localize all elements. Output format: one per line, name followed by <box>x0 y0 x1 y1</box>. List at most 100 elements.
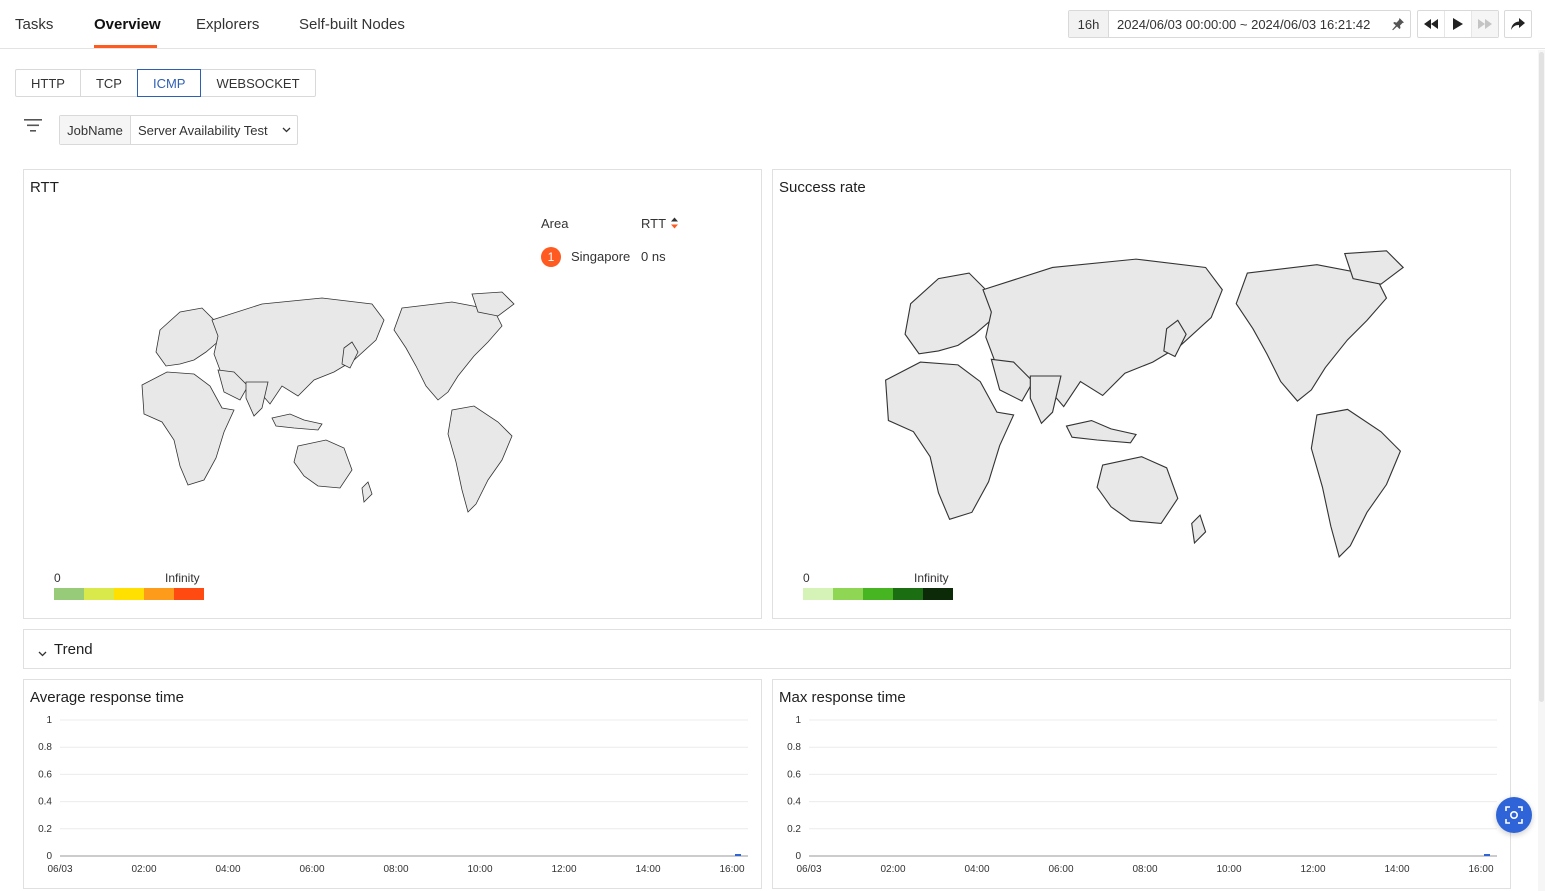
trend-label: Trend <box>54 641 93 658</box>
rank-badge: 1 <box>541 247 561 267</box>
success-rate-title: Success rate <box>779 179 866 196</box>
x-tick-label: 02:00 <box>131 864 156 875</box>
tab-icmp[interactable]: ICMP <box>136 69 202 97</box>
avg-response-panel: Average response time 1 0.8 0.6 0.4 0.2 0 06/0… <box>23 679 762 889</box>
south-america-shape[interactable] <box>1310 408 1402 558</box>
australia-shape[interactable] <box>1096 456 1179 525</box>
success-legend-min: 0 <box>803 571 810 585</box>
filter-icon[interactable] <box>24 118 42 137</box>
europe-shape[interactable] <box>904 272 995 355</box>
protocol-tabs: HTTP TCP ICMP WEBSOCKET <box>15 69 316 97</box>
play-icon[interactable] <box>1445 11 1472 37</box>
chevron-down-icon[interactable] <box>38 645 47 660</box>
india-shape[interactable] <box>245 381 269 417</box>
jobname-select[interactable]: Server Availability Test <box>131 116 275 144</box>
x-tick-label: 16:00 <box>719 864 744 875</box>
y-tick-label: 0.4 <box>787 797 801 808</box>
scale-step <box>803 588 833 600</box>
x-tick-label: 10:00 <box>467 864 492 875</box>
x-tick-label: 14:00 <box>1384 864 1409 875</box>
north-america-shape[interactable] <box>1235 264 1388 402</box>
x-tick-label: 08:00 <box>1132 864 1157 875</box>
africa-shape[interactable] <box>141 371 235 486</box>
x-tick-label: 06:00 <box>299 864 324 875</box>
scale-step <box>893 588 923 600</box>
y-tick-label: 0.6 <box>38 769 52 780</box>
newzealand-shape[interactable] <box>1191 514 1207 545</box>
active-tab-indicator <box>94 45 157 48</box>
tab-tcp[interactable]: TCP <box>79 69 138 97</box>
scale-step <box>54 588 84 600</box>
x-tick-label: 14:00 <box>635 864 660 875</box>
south-america-shape[interactable] <box>447 405 513 513</box>
greenland-shape[interactable] <box>1343 250 1405 285</box>
scale-step <box>114 588 144 600</box>
jobname-label: JobName <box>60 116 131 144</box>
north-america-shape[interactable] <box>393 301 503 401</box>
y-tick-label: 0 <box>795 851 801 862</box>
tab-http[interactable]: HTTP <box>15 69 81 97</box>
success-legend-max: Infinity <box>914 571 949 585</box>
y-tick-label: 1 <box>795 715 801 726</box>
share-icon[interactable] <box>1504 10 1532 38</box>
rtt-panel: RTT Area RTT 1 Singapore 0 ns 0 Infinity <box>23 169 762 619</box>
x-tick-label: 12:00 <box>551 864 576 875</box>
scale-step <box>833 588 863 600</box>
fast-forward-icon[interactable] <box>1472 11 1498 37</box>
tab-websocket[interactable]: WEBSOCKET <box>200 69 316 97</box>
tab-explorers[interactable]: Explorers <box>196 16 259 33</box>
trend-section-header[interactable]: Trend <box>23 629 1511 669</box>
pin-icon[interactable] <box>1386 17 1410 31</box>
avg-response-chart[interactable]: 1 0.8 0.6 0.4 0.2 0 06/03 02:00 04:00 06:00 08:00 1… <box>24 680 761 888</box>
area-column-header: Area <box>541 216 569 231</box>
y-tick-label: 0.8 <box>38 742 52 753</box>
europe-shape[interactable] <box>155 307 221 367</box>
rewind-icon[interactable] <box>1418 11 1445 37</box>
max-response-panel: Max response time 1 0.8 0.6 0.4 0.2 0 06/03 02:… <box>772 679 1511 889</box>
scale-step <box>923 588 953 600</box>
y-tick-label: 0.6 <box>787 769 801 780</box>
x-tick-label: 12:00 <box>1300 864 1325 875</box>
y-tick-label: 0 <box>46 851 52 862</box>
tab-self-built-nodes[interactable]: Self-built Nodes <box>299 16 405 33</box>
tab-overview[interactable]: Overview <box>94 16 161 33</box>
scale-step <box>84 588 114 600</box>
time-range-picker[interactable]: 16h 2024/06/03 00:00:00 ~ 2024/06/03 16:… <box>1068 10 1411 38</box>
indonesia-shape[interactable] <box>1065 419 1137 444</box>
scrollbar-thumb[interactable] <box>1539 52 1544 702</box>
time-range-text[interactable]: 2024/06/03 00:00:00 ~ 2024/06/03 16:21:4… <box>1109 17 1386 32</box>
success-rate-world-map[interactable] <box>843 248 1443 568</box>
scale-step <box>174 588 204 600</box>
greenland-shape[interactable] <box>471 291 515 317</box>
indonesia-shape[interactable] <box>271 413 323 431</box>
australia-shape[interactable] <box>293 439 353 489</box>
x-tick-label: 10:00 <box>1216 864 1241 875</box>
scale-step <box>863 588 893 600</box>
y-tick-label: 0.2 <box>38 824 52 835</box>
tab-tasks[interactable]: Tasks <box>15 16 53 33</box>
x-tick-label: 04:00 <box>964 864 989 875</box>
chevron-down-icon[interactable] <box>275 116 297 144</box>
jobname-filter[interactable]: JobName Server Availability Test <box>59 115 298 145</box>
success-rate-panel: Success rate 0 Infinity <box>772 169 1511 619</box>
y-tick-label: 1 <box>46 715 52 726</box>
rtt-legend-max: Infinity <box>165 571 200 585</box>
rank-rtt-value: 0 ns <box>641 249 666 264</box>
y-tick-label: 0.8 <box>787 742 801 753</box>
rtt-legend-min: 0 <box>54 571 61 585</box>
rtt-color-scale[interactable] <box>54 588 204 600</box>
y-tick-label: 0.4 <box>38 797 52 808</box>
screenshot-icon[interactable] <box>1496 797 1532 833</box>
rtt-world-map[interactable] <box>122 290 532 520</box>
africa-shape[interactable] <box>885 361 1015 520</box>
x-tick-label: 16:00 <box>1468 864 1493 875</box>
time-quick-select[interactable]: 16h <box>1069 11 1109 37</box>
rank-area: Singapore <box>571 249 631 264</box>
newzealand-shape[interactable] <box>361 481 373 503</box>
india-shape[interactable] <box>1029 375 1062 425</box>
success-color-scale[interactable] <box>803 588 953 600</box>
rtt-column-header[interactable]: RTT <box>641 216 666 231</box>
sort-icon[interactable] <box>670 216 679 233</box>
x-tick-label: 04:00 <box>215 864 240 875</box>
max-response-chart[interactable]: 1 0.8 0.6 0.4 0.2 0 06/03 02:00 04:00 06:00 08:00 1… <box>773 680 1510 888</box>
